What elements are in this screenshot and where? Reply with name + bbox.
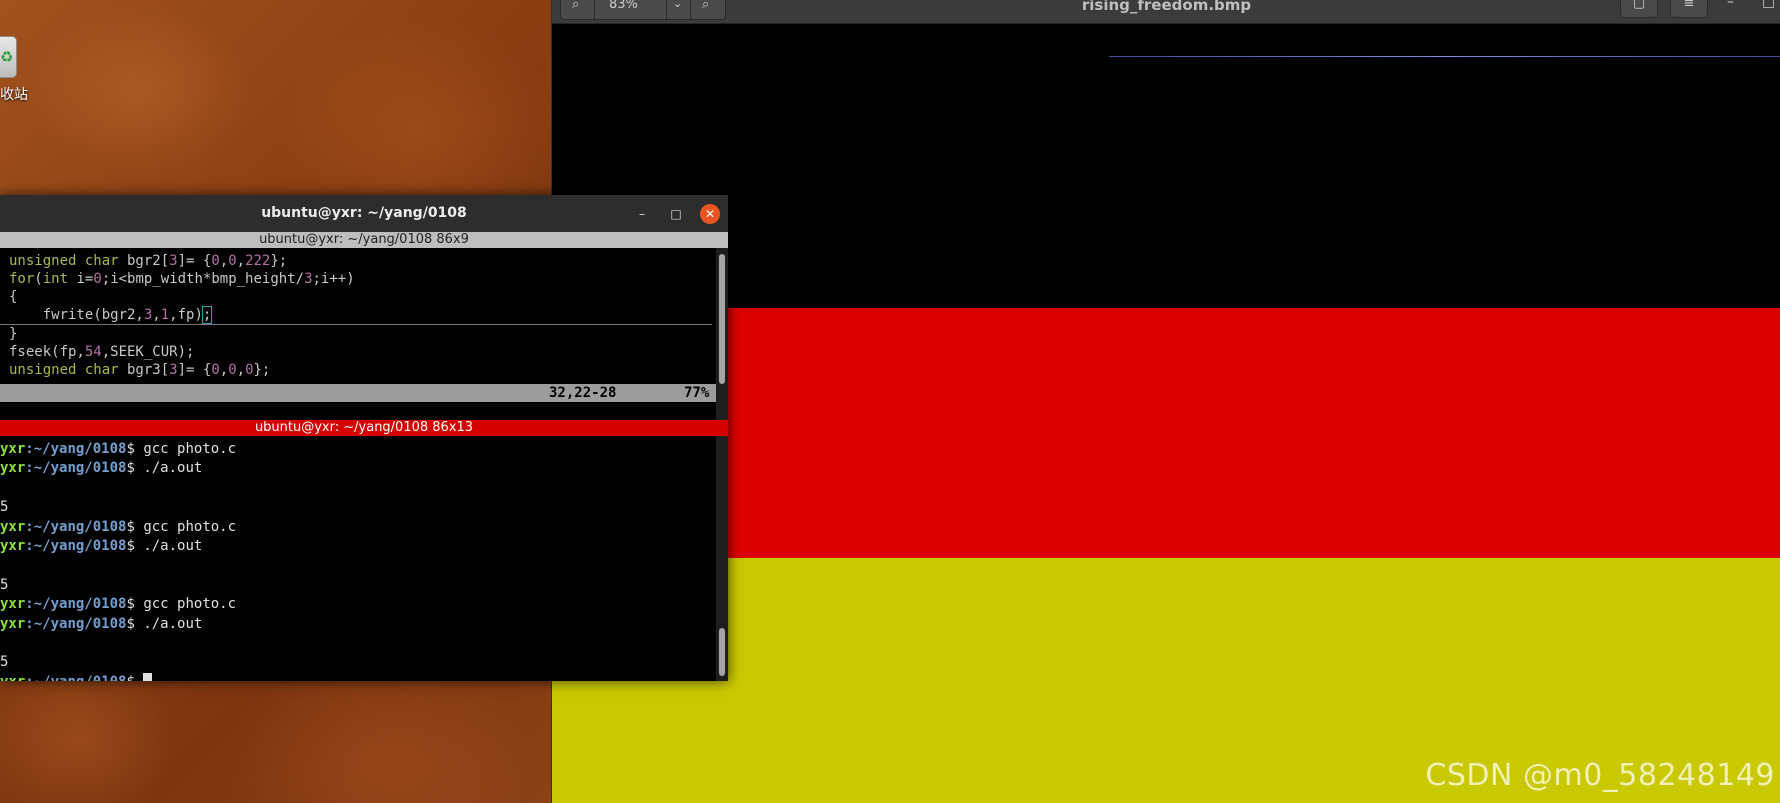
prompt-path: :~/yang/0108 [25, 518, 127, 535]
trash-icon: ♻ [0, 36, 17, 78]
maximize-button[interactable]: □ [666, 204, 686, 224]
shell-command-line: yxr:~/yang/0108$ ./a.out [0, 615, 202, 633]
shell-pane[interactable]: yxr:~/yang/0108$ gcc photo.c yxr:~/yang/0… [0, 436, 716, 681]
code-line-current: fwrite(bgr2,3,1,fp); [9, 306, 213, 324]
code-line: } [9, 326, 18, 342]
code-line: for(int i=0;i<bmp_width*bmp_height/3;i++… [9, 271, 355, 287]
shell-command-line: yxr:~/yang/0108$ gcc photo.c [0, 518, 236, 536]
top-pane-header[interactable]: ubuntu@yxr: ~/yang/0108 86x9 [0, 232, 728, 248]
desktop-trash-shortcut[interactable]: ♻ 收站 [0, 36, 40, 106]
code-line: unsigned char bgr2[3]= {0,0,222}; [9, 253, 288, 269]
close-icon: ✕ [704, 207, 716, 221]
prompt-path: :~/yang/0108 [25, 674, 126, 681]
viewer-maximize-button[interactable]: □ [1762, 0, 1775, 10]
cursorline-underline [0, 324, 712, 325]
bottom-pane-header[interactable]: ubuntu@yxr: ~/yang/0108 86x13 [0, 420, 728, 436]
prompt-path: :~/yang/0108 [25, 596, 127, 613]
code-line: { [9, 289, 18, 305]
maximize-icon: □ [670, 207, 682, 221]
prompt-symbol: $ [126, 441, 144, 457]
image-viewer-headerbar: ⌕ 83% ⌄ ⌕ rising_freedom.bmp ▢ ≡ – □ [552, 0, 1780, 24]
image-viewer-title: rising_freedom.bmp [1081, 0, 1252, 14]
minimize-button[interactable]: – [632, 204, 652, 224]
prompt-user: yxr [0, 674, 25, 681]
scroll-percent: 77% [684, 385, 710, 401]
command-text: gcc photo.c [143, 441, 237, 457]
shell-command-line: yxr:~/yang/0108$ gcc photo.c [0, 595, 236, 613]
command-text: gcc photo.c [143, 596, 237, 613]
shell-command-line: yxr:~/yang/0108$ ./a.out [0, 537, 202, 555]
image-artifact-line [1109, 56, 1780, 57]
watermark: CSDN @m0_58248149 [1425, 758, 1775, 793]
prompt-path: :~/yang/0108 [25, 615, 127, 632]
command-text: ./a.out [143, 538, 203, 554]
terminal-title: ubuntu@yxr: ~/yang/0108 [261, 205, 467, 221]
shell-output-line: 5 [0, 499, 9, 516]
prompt-symbol: $ [126, 674, 143, 681]
prompt-path: :~/yang/0108 [25, 538, 127, 554]
command-text: ./a.out [143, 460, 203, 477]
prompt-user: yxr [0, 441, 26, 457]
prompt-user: yxr [0, 460, 26, 477]
shell-command-line: yxr:~/yang/0108$ gcc photo.c [0, 440, 236, 458]
prompt-user: yxr [0, 596, 26, 613]
scrollbar-thumb[interactable] [719, 628, 725, 676]
terminal-titlebar[interactable]: ubuntu@yxr: ~/yang/0108 – □ ✕ [0, 195, 728, 233]
top-pane-scrollbar[interactable] [716, 248, 728, 420]
shell-output-line: 5 [0, 576, 9, 593]
image-viewer-window: ⌕ 83% ⌄ ⌕ rising_freedom.bmp ▢ ≡ – □ CSD… [551, 0, 1780, 803]
viewer-minimize-button[interactable]: – [1727, 0, 1734, 10]
gallery-button[interactable]: ▢ [1620, 0, 1658, 18]
prompt-user: yxr [0, 518, 26, 535]
prompt-path: :~/yang/0108 [25, 441, 127, 457]
cursor-position: 32,22-28 [549, 385, 617, 401]
menu-button[interactable]: ≡ [1670, 0, 1708, 18]
prompt-symbol: $ [126, 596, 144, 613]
text-cursor [143, 672, 153, 681]
hamburger-icon: ≡ [1683, 0, 1695, 11]
prompt-symbol: $ [126, 518, 144, 535]
trash-label: 收站 [0, 87, 28, 103]
command-text: gcc photo.c [143, 518, 237, 535]
close-button[interactable]: ✕ [700, 204, 720, 224]
prompt-user: yxr [0, 538, 26, 554]
flag-stripe-black [552, 24, 1780, 308]
prompt-symbol: $ [126, 460, 144, 477]
command-text: ./a.out [143, 615, 203, 632]
shell-command-line: yxr:~/yang/0108$ ./a.out [0, 459, 202, 477]
terminal-window[interactable]: ubuntu@yxr: ~/yang/0108 – □ ✕ ubuntu@yxr… [0, 195, 728, 681]
code-line: fseek(fp,54,SEEK_CUR); [9, 344, 195, 360]
prompt-symbol: $ [126, 615, 144, 632]
minimize-icon: – [639, 207, 645, 221]
vim-statusline: 32,22-28 77% [0, 384, 716, 402]
vim-pane[interactable]: unsigned char bgr2[3]= {0,0,222}; for(in… [0, 248, 716, 420]
shell-command-line: yxr:~/yang/0108$ [0, 672, 153, 681]
gallery-icon: ▢ [1632, 0, 1646, 11]
scrollbar-thumb[interactable] [719, 254, 725, 384]
code-line: unsigned char bgr3[3]= {0,0,0}; [9, 362, 271, 378]
bottom-pane-scrollbar[interactable] [716, 436, 728, 681]
prompt-symbol: $ [126, 538, 144, 554]
shell-output-line: 5 [0, 654, 9, 671]
flag-stripe-red [552, 308, 1780, 558]
prompt-path: :~/yang/0108 [25, 460, 127, 477]
prompt-user: yxr [0, 615, 26, 632]
